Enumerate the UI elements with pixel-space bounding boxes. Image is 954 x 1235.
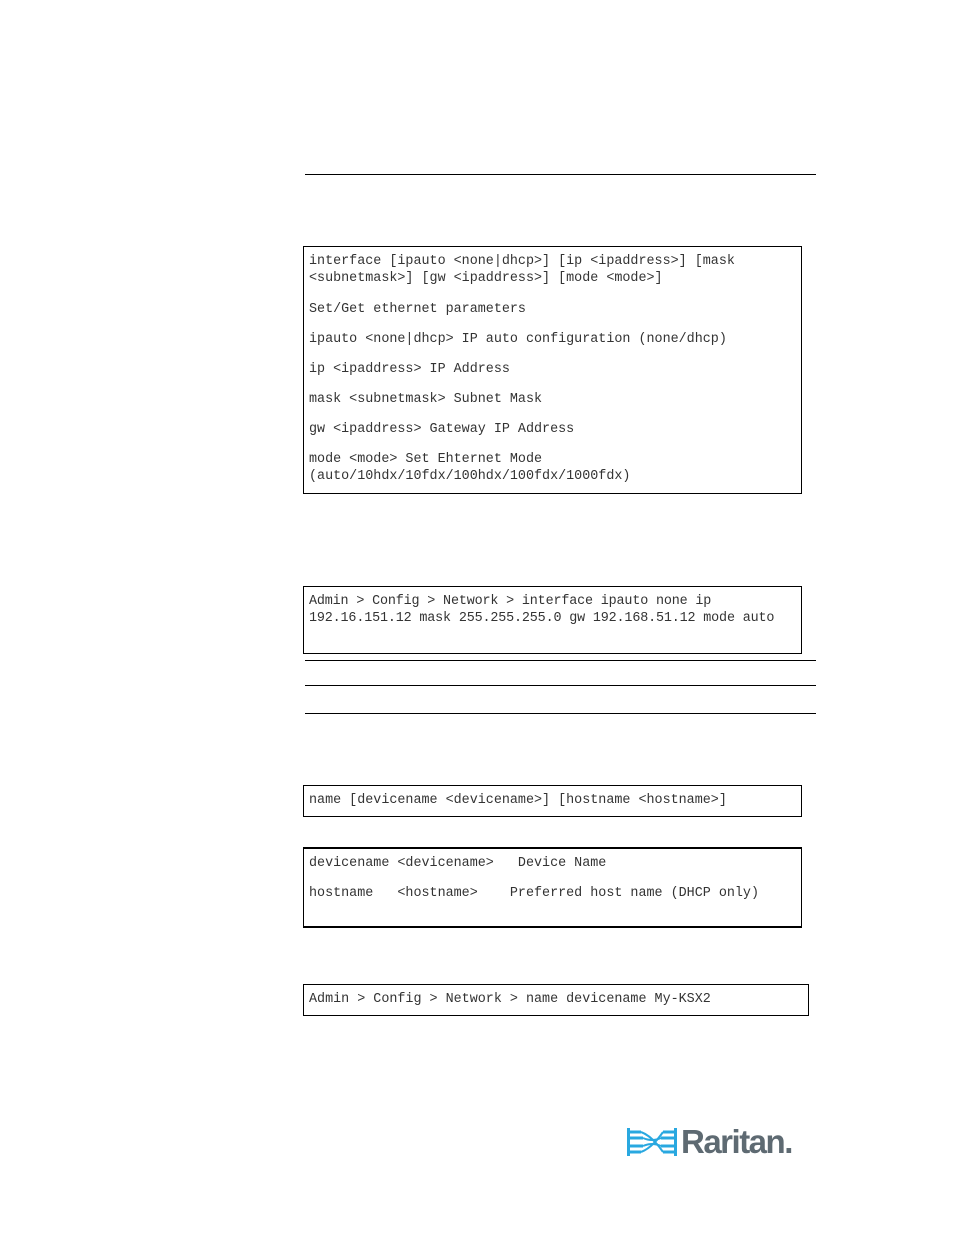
interface-param-ipauto: ipauto <none|dhcp> IP auto configuration… — [309, 332, 727, 347]
name-params-box: devicename <devicename> Device Name host… — [303, 847, 802, 928]
interface-param-mode: mode <mode> Set Ehternet Mode (auto/10hd… — [309, 452, 631, 484]
interface-param-gw: gw <ipaddress> Gateway IP Address — [309, 422, 575, 437]
interface-example: Admin > Config > Network > interface ipa… — [309, 594, 775, 626]
raritan-logo-text: Raritan. — [681, 1123, 793, 1160]
raritan-logo-icon — [627, 1128, 677, 1156]
name-example-box: Admin > Config > Network > name devicena… — [303, 984, 809, 1016]
raritan-logo: Raritan. — [627, 1122, 797, 1162]
interface-syntax-box: interface [ipauto <none|dhcp>] [ip <ipad… — [303, 246, 802, 494]
interface-example-box: Admin > Config > Network > interface ipa… — [303, 586, 802, 654]
name-example: Admin > Config > Network > name devicena… — [309, 992, 711, 1007]
name-syntax: name [devicename <devicename>] [hostname… — [309, 793, 727, 808]
section-rule-top — [305, 174, 816, 175]
name-param-devicename: devicename <devicename> Device Name — [309, 856, 607, 871]
section-rule-3 — [305, 713, 816, 714]
section-rule-1 — [305, 660, 816, 661]
interface-syntax: interface [ipauto <none|dhcp>] [ip <ipad… — [309, 254, 743, 286]
name-syntax-box: name [devicename <devicename>] [hostname… — [303, 785, 802, 817]
interface-description: Set/Get ethernet parameters — [309, 302, 526, 317]
name-param-hostname: hostname <hostname> Preferred host name … — [309, 886, 759, 901]
interface-param-ip: ip <ipaddress> IP Address — [309, 362, 510, 377]
interface-param-mask: mask <subnetmask> Subnet Mask — [309, 392, 543, 407]
section-rule-2 — [305, 685, 816, 686]
